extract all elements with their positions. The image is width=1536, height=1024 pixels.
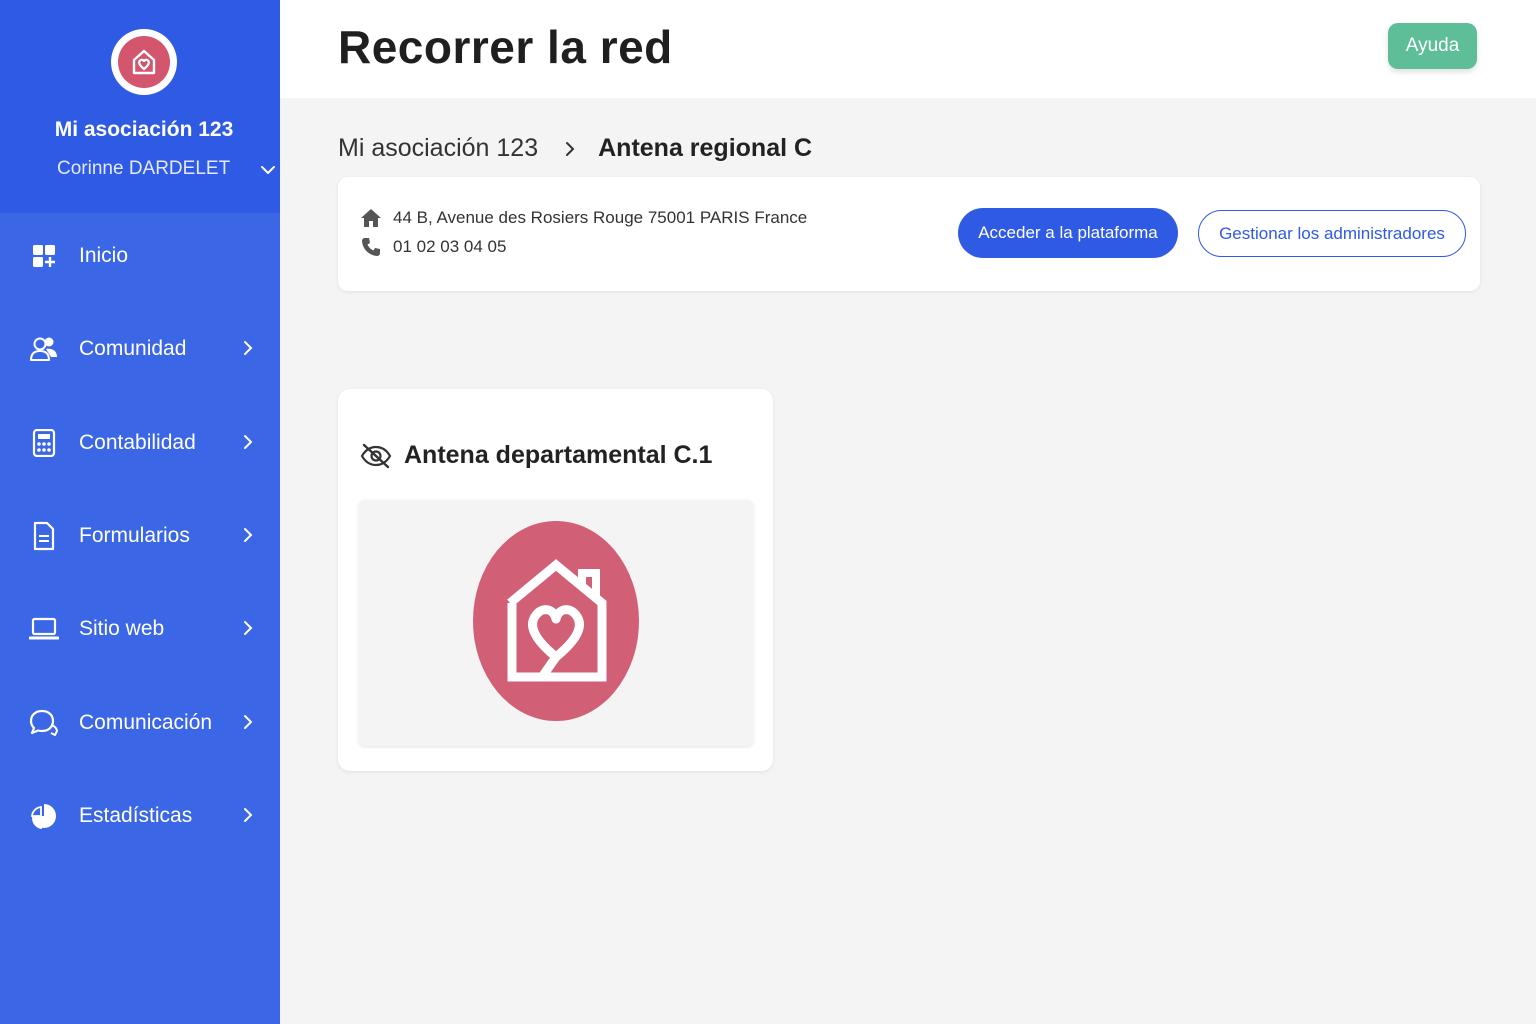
- manage-admins-button[interactable]: Gestionar los administradores: [1198, 210, 1466, 257]
- home-icon: [360, 207, 382, 229]
- chevron-right-icon: [564, 140, 576, 158]
- sidebar-item-label: Comunicación: [79, 711, 213, 734]
- sidebar: Mi asociación 123 Corinne DARDELET Inici…: [0, 0, 280, 1024]
- phone-line: 01 02 03 04 05: [360, 236, 506, 258]
- address-text: 44 B, Avenue des Rosiers Rouge 75001 PAR…: [393, 208, 808, 227]
- sidebar-header: Mi asociación 123 Corinne DARDELET: [0, 0, 280, 213]
- access-platform-button[interactable]: Acceder a la plataforma: [958, 208, 1178, 258]
- house-heart-icon: [132, 49, 156, 75]
- breadcrumb: Mi asociación 123 Antena regional C: [338, 134, 812, 163]
- chevron-down-icon: [261, 166, 276, 174]
- sidebar-item-label: Inicio: [79, 244, 129, 267]
- sidebar-item-comunidad[interactable]: Comunidad: [0, 320, 280, 380]
- chevron-right-icon: [244, 435, 253, 449]
- calculator-icon: [29, 428, 59, 458]
- page-title: Recorrer la red: [338, 21, 673, 73]
- sidebar-item-label: Contabilidad: [79, 431, 196, 454]
- phone-text: 01 02 03 04 05: [393, 237, 507, 256]
- org-logo-large: [473, 521, 639, 721]
- breadcrumb-parent[interactable]: Mi asociación 123: [338, 134, 538, 163]
- org-name: Mi asociación 123: [54, 118, 234, 141]
- child-entity-title: Antena departamental C.1: [360, 441, 712, 470]
- sidebar-item-label: Formularios: [79, 524, 190, 547]
- house-heart-icon: [507, 559, 607, 682]
- org-logo[interactable]: [111, 29, 177, 95]
- child-entity-image: [359, 500, 753, 746]
- help-button[interactable]: Ayuda: [1388, 23, 1477, 69]
- chevron-right-icon: [244, 341, 253, 355]
- breadcrumb-current: Antena regional C: [598, 134, 813, 162]
- entity-info-card: 44 B, Avenue des Rosiers Rouge 75001 PAR…: [338, 177, 1480, 291]
- laptop-icon: [29, 614, 59, 644]
- chat-icon: [29, 708, 59, 738]
- eye-off-icon: [360, 443, 392, 469]
- users-icon: [29, 334, 59, 364]
- sidebar-item-estadisticas[interactable]: Estadísticas: [0, 787, 280, 847]
- child-entity-name: Antena departamental C.1: [404, 441, 713, 469]
- sidebar-item-formularios[interactable]: Formularios: [0, 507, 280, 567]
- phone-icon: [360, 236, 382, 258]
- user-menu[interactable]: Corinne DARDELET: [57, 158, 276, 180]
- child-entity-card[interactable]: Antena departamental C.1: [338, 389, 773, 771]
- sidebar-item-sitio-web[interactable]: Sitio web: [0, 600, 280, 660]
- chevron-right-icon: [244, 621, 253, 635]
- sidebar-item-label: Comunidad: [79, 337, 187, 360]
- top-bar: Recorrer la red Ayuda: [280, 0, 1536, 98]
- pie-chart-icon: [29, 801, 59, 831]
- dashboard-icon: [29, 241, 59, 271]
- user-name: Corinne DARDELET: [57, 158, 231, 179]
- sidebar-item-label: Sitio web: [79, 617, 165, 640]
- sidebar-item-label: Estadísticas: [79, 804, 193, 827]
- document-icon: [29, 521, 59, 551]
- sidebar-item-inicio[interactable]: Inicio: [0, 227, 280, 287]
- chevron-right-icon: [244, 808, 253, 822]
- address-line: 44 B, Avenue des Rosiers Rouge 75001 PAR…: [360, 207, 807, 229]
- chevron-right-icon: [244, 715, 253, 729]
- sidebar-item-comunicacion[interactable]: Comunicación: [0, 694, 280, 754]
- chevron-right-icon: [244, 528, 253, 542]
- sidebar-item-contabilidad[interactable]: Contabilidad: [0, 414, 280, 474]
